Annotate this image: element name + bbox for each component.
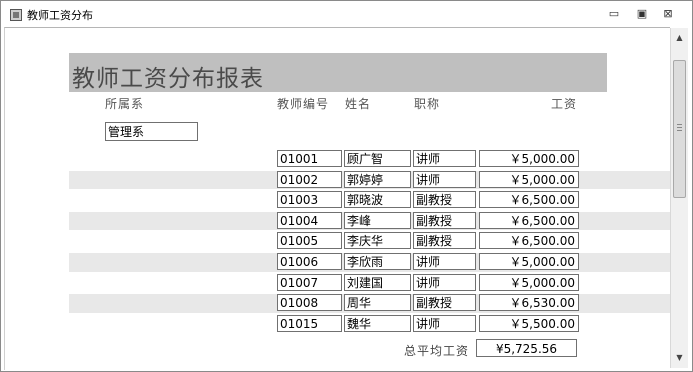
minimize-icon[interactable]: ▭ xyxy=(605,6,623,22)
teacher-id-cell: 01002 xyxy=(277,170,342,188)
grip-line xyxy=(677,130,682,131)
table-row: 01015 魏华 讲师 ￥5,500.00 xyxy=(5,314,670,335)
teacher-name-cell: 郭晓波 xyxy=(344,191,411,209)
table-row: 01006 李欣雨 讲师 ￥5,000.00 xyxy=(5,252,670,273)
header-salary: 工资 xyxy=(551,97,578,111)
table-row: 01002 郭婷婷 讲师 ￥5,000.00 xyxy=(5,170,670,191)
job-title-cell: 副教授 xyxy=(413,294,476,312)
teacher-name-cell: 李欣雨 xyxy=(344,252,411,270)
teacher-name-cell: 李峰 xyxy=(344,211,411,229)
close-icon[interactable]: ⊠ xyxy=(659,6,677,22)
header-name: 姓名 xyxy=(345,97,372,111)
job-title-cell: 副教授 xyxy=(413,211,476,229)
table-row: 01007 刘建国 讲师 ￥5,000.00 xyxy=(5,273,670,294)
table-row: 01004 李峰 副教授 ￥6,500.00 xyxy=(5,211,670,232)
job-title-cell: 副教授 xyxy=(413,191,476,209)
salary-cell: ￥5,000.00 xyxy=(479,273,579,291)
scroll-down-icon[interactable]: ▼ xyxy=(671,350,688,366)
vertical-scrollbar[interactable]: ▲ ▼ xyxy=(670,28,688,368)
salary-cell: ￥5,000.00 xyxy=(479,150,579,167)
grip-line xyxy=(677,127,682,128)
average-salary-label: 总平均工资 xyxy=(404,344,470,358)
salary-cell: ￥5,000.00 xyxy=(479,252,579,270)
header-department: 所属系 xyxy=(105,97,145,111)
teacher-id-cell: 01008 xyxy=(277,294,342,312)
header-teacher-id: 教师编号 xyxy=(277,97,330,111)
teacher-name-cell: 周华 xyxy=(344,294,411,312)
teacher-name-cell: 李庆华 xyxy=(344,232,411,250)
report-body: 教师工资分布报表 所属系 教师编号 姓名 职称 工资 管理系 01001 顾广智… xyxy=(4,27,670,370)
job-title-cell: 讲师 xyxy=(413,252,476,270)
report-title: 教师工资分布报表 xyxy=(72,66,264,92)
table-row: 01008 周华 副教授 ￥6,530.00 xyxy=(5,293,670,314)
teacher-id-cell: 01003 xyxy=(277,191,342,209)
job-title-cell: 讲师 xyxy=(413,273,476,291)
teacher-name-cell: 顾广智 xyxy=(344,150,411,167)
header-job-title: 职称 xyxy=(414,97,441,111)
salary-cell: ￥6,500.00 xyxy=(479,191,579,209)
title-bar[interactable]: 教师工资分布 ▭ ▣ ⊠ xyxy=(1,1,692,27)
job-title-cell: 讲师 xyxy=(413,314,476,332)
table-row: 01005 李庆华 副教授 ￥6,500.00 xyxy=(5,231,670,252)
salary-cell: ￥6,500.00 xyxy=(479,232,579,250)
salary-cell: ￥6,530.00 xyxy=(479,294,579,312)
grip-line xyxy=(677,124,682,125)
teacher-id-cell: 01006 xyxy=(277,252,342,270)
scrollbar-thumb[interactable] xyxy=(673,60,686,198)
teacher-id-cell: 01007 xyxy=(277,273,342,291)
teacher-id-cell: 01001 xyxy=(277,150,342,167)
report-window: 教师工资分布 ▭ ▣ ⊠ 教师工资分布报表 所属系 教师编号 姓名 职称 工资 … xyxy=(0,0,693,372)
department-value: 管理系 xyxy=(105,122,198,141)
window-title: 教师工资分布 xyxy=(27,9,93,22)
teacher-id-cell: 01005 xyxy=(277,232,342,250)
report-icon xyxy=(10,9,22,21)
salary-cell: ￥6,500.00 xyxy=(479,211,579,229)
average-salary-value: ¥5,725.56 xyxy=(476,339,577,357)
teacher-name-cell: 郭婷婷 xyxy=(344,170,411,188)
salary-cell: ￥5,000.00 xyxy=(479,170,579,188)
teacher-name-cell: 魏华 xyxy=(344,314,411,332)
maximize-icon[interactable]: ▣ xyxy=(633,6,651,22)
salary-cell: ￥5,500.00 xyxy=(479,314,579,332)
job-title-cell: 副教授 xyxy=(413,232,476,250)
teacher-rows: 01001 顾广智 讲师 ￥5,000.00 01002 郭婷婷 讲师 ￥5,0… xyxy=(5,149,670,334)
teacher-id-cell: 01004 xyxy=(277,211,342,229)
table-row: 01003 郭晓波 副教授 ￥6,500.00 xyxy=(5,190,670,211)
teacher-id-cell: 01015 xyxy=(277,314,342,332)
scroll-up-icon[interactable]: ▲ xyxy=(671,30,688,46)
job-title-cell: 讲师 xyxy=(413,150,476,167)
job-title-cell: 讲师 xyxy=(413,170,476,188)
teacher-name-cell: 刘建国 xyxy=(344,273,411,291)
table-row: 01001 顾广智 讲师 ￥5,000.00 xyxy=(5,149,670,170)
